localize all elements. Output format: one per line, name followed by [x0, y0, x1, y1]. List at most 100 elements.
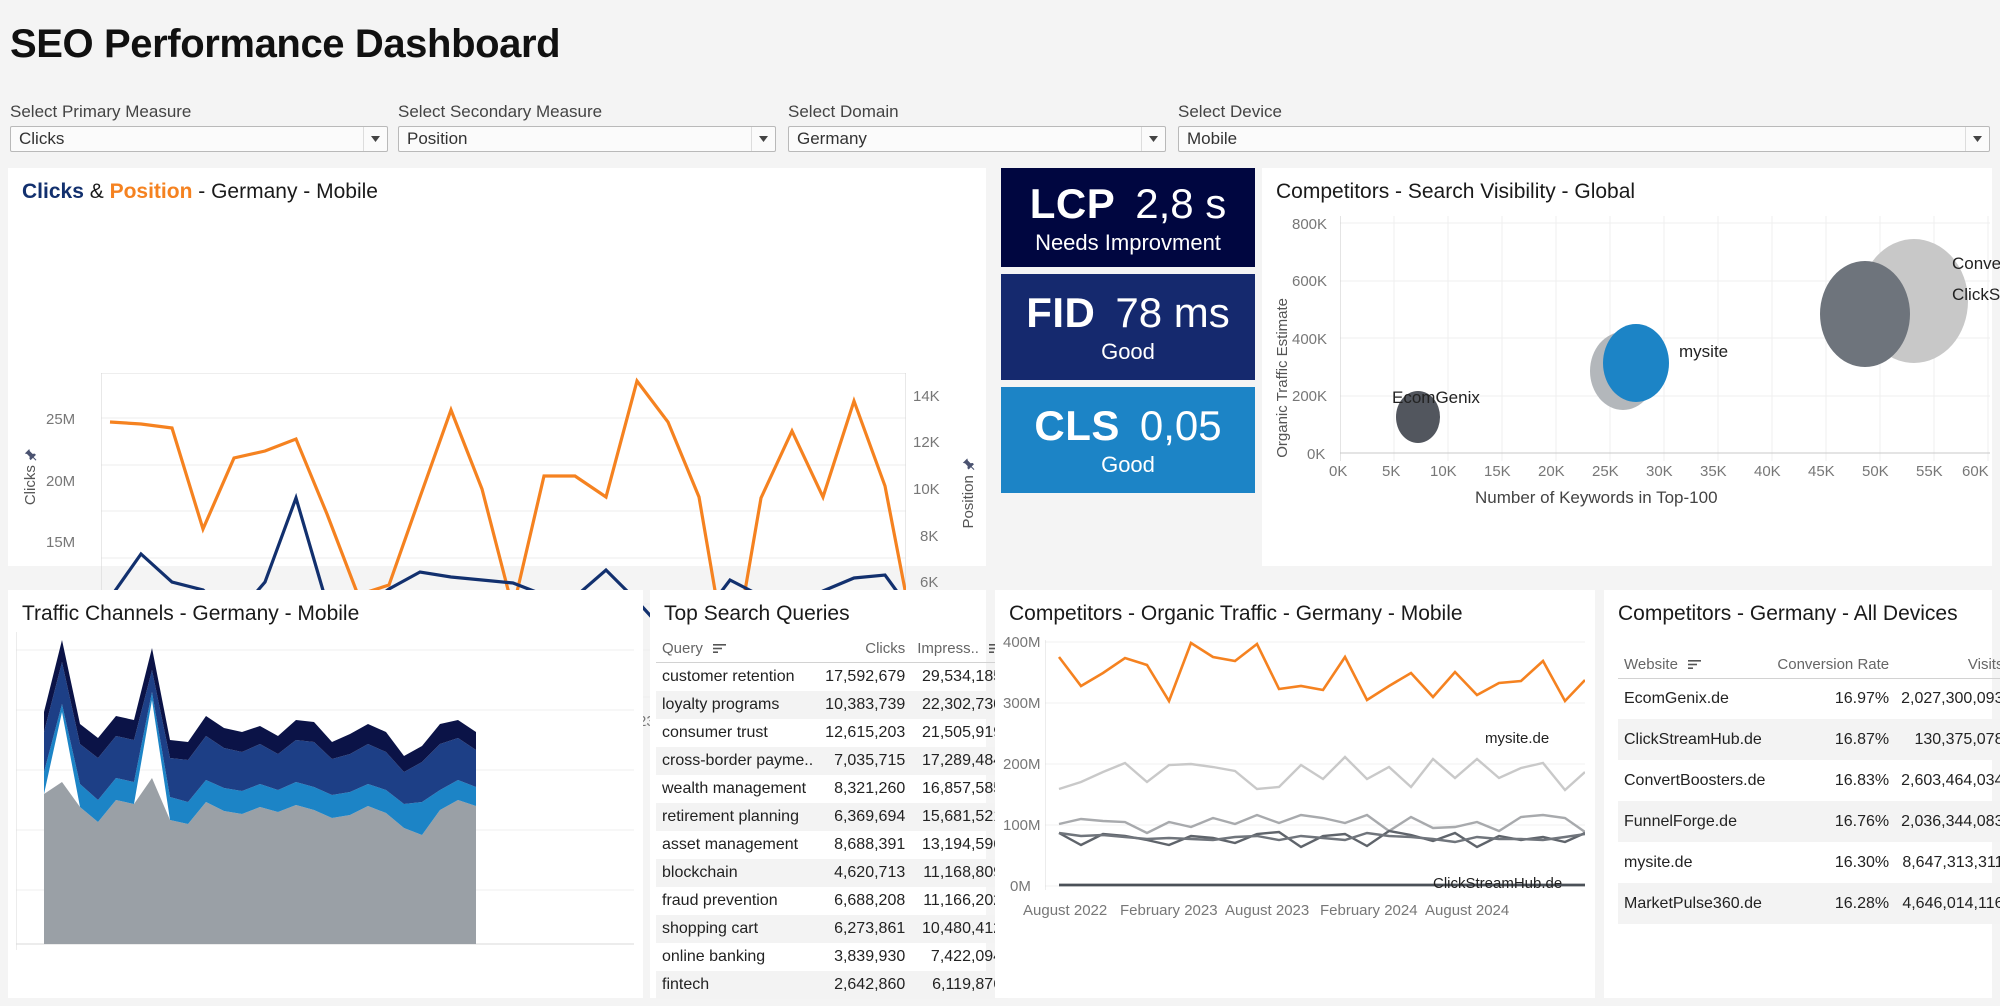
- x-tick: 55K: [1916, 463, 1943, 480]
- cell-clicks: 8,688,391: [834, 835, 906, 853]
- secondary-measure-select[interactable]: Position: [398, 126, 776, 152]
- col-impressions[interactable]: Impress..: [911, 636, 1009, 663]
- filter-device: Select Device Mobile: [1178, 102, 1990, 152]
- x-tick: August 2023: [1225, 902, 1310, 919]
- y2-tick: 10K: [913, 481, 940, 498]
- col-visits[interactable]: Visits: [1895, 652, 2000, 679]
- y-tick: 300M: [1003, 695, 1041, 712]
- cell-impressions: 29,534,185: [922, 667, 1003, 685]
- cell-conversion-rate: 16.30%: [1834, 853, 1890, 871]
- table-row[interactable]: online banking 3,839,930 7,422,094: [656, 943, 1008, 971]
- cell-clicks: 6,273,861: [819, 914, 912, 943]
- chevron-down-icon[interactable]: [1141, 127, 1165, 151]
- cell-visits: 2,027,300,093: [1901, 689, 2000, 707]
- filter-bar: Select Primary Measure Clicks Select Sec…: [0, 102, 2000, 162]
- cell-website: FunnelForge.de: [1618, 801, 1772, 843]
- table-row[interactable]: asset management 8,688,391 13,194,596: [656, 831, 1008, 859]
- bubble-x-axis-title: Number of Keywords in Top-100: [1475, 488, 1718, 507]
- col-clicks[interactable]: Clicks: [819, 636, 912, 663]
- table-row[interactable]: consumer trust 12,615,203 21,505,919: [656, 719, 1008, 747]
- bubble-label-clickstreamhub: ClickStreamHub: [1952, 285, 2000, 304]
- table-row[interactable]: customer retention 17,592,679 29,534,185: [656, 662, 1008, 691]
- clicks-position-chart-card: Clicks & Position - Germany - Mobile Cli…: [8, 168, 986, 736]
- cell-impressions: 11,168,809: [911, 858, 1009, 887]
- domain-select[interactable]: Germany: [788, 126, 1166, 152]
- y2-tick: 8K: [920, 528, 939, 545]
- x-tick: 25K: [1592, 463, 1619, 480]
- page-title: SEO Performance Dashboard: [10, 22, 561, 66]
- table-row[interactable]: ClickStreamHub.de 16.87% 130,375,078: [1618, 719, 2000, 761]
- left-axis-title: Clicks: [22, 448, 39, 505]
- search-visibility-card: Competitors - Search Visibility - Global…: [1262, 168, 2000, 566]
- cell-conversion-rate: 16.28%: [1771, 883, 1896, 925]
- cell-impressions: 15,681,521: [911, 802, 1009, 831]
- y-tick: 800K: [1292, 216, 1328, 233]
- filter-primary-measure: Select Primary Measure Clicks: [10, 102, 388, 152]
- chevron-down-icon[interactable]: [751, 127, 775, 151]
- x-tick: February 2023: [1120, 902, 1218, 919]
- table-row[interactable]: FunnelForge.de 16.76% 2,036,344,083: [1618, 801, 2000, 843]
- sort-icon[interactable]: [713, 641, 727, 658]
- col-query[interactable]: Query: [656, 636, 820, 663]
- cell-impressions: 10,480,412: [911, 914, 1009, 943]
- kpi-fid-name: FID: [1026, 289, 1096, 336]
- y-tick: 600K: [1292, 273, 1328, 290]
- y-tick: 0M: [1010, 878, 1031, 895]
- kpi-cls-name: CLS: [1034, 402, 1120, 449]
- cell-website: ConvertBoosters.de: [1624, 771, 1766, 789]
- device-select[interactable]: Mobile: [1178, 126, 1990, 152]
- cell-website: mysite.de: [1624, 853, 1693, 871]
- y2-tick: 12K: [913, 434, 940, 451]
- table-row[interactable]: wealth management 8,321,260 16,857,585: [656, 775, 1008, 803]
- cell-conversion-rate: 16.87%: [1771, 719, 1896, 761]
- col-website[interactable]: Website: [1618, 652, 1772, 679]
- chevron-down-icon[interactable]: [363, 127, 387, 151]
- y-tick: 400K: [1292, 331, 1328, 348]
- competitors-table-card: Competitors - Germany - All Devices Webs…: [1604, 590, 2000, 998]
- secondary-measure-title: Position: [109, 180, 193, 203]
- x-tick: 60K: [1962, 463, 1989, 480]
- table-row[interactable]: retirement planning 6,369,694 15,681,521: [656, 802, 1009, 831]
- y-tick: 0K: [1307, 446, 1326, 463]
- table-row[interactable]: fintech 2,642,860 6,119,876: [656, 970, 1009, 999]
- primary-measure-select[interactable]: Clicks: [10, 126, 388, 152]
- cell-conversion-rate: 16.83%: [1834, 771, 1890, 789]
- table-row[interactable]: cross-border payme.. 7,035,715 17,289,484: [656, 746, 1009, 775]
- y-tick: 25M: [46, 411, 76, 428]
- x-tick: 30K: [1646, 463, 1673, 480]
- table-row[interactable]: MarketPulse360.de 16.28% 4,646,014,116: [1618, 883, 2000, 925]
- right-axis-title: Position: [960, 458, 977, 529]
- table-row[interactable]: mysite.de 16.30% 8,647,313,311: [1618, 842, 2000, 883]
- x-tick: 15K: [1484, 463, 1511, 480]
- table-row[interactable]: loyalty programs 10,383,739 22,302,730: [656, 690, 1009, 719]
- competitors-organic-traffic-card: Competitors - Organic Traffic - Germany …: [995, 590, 1595, 998]
- table-row[interactable]: ConvertBoosters.de 16.83% 2,603,464,034: [1618, 760, 2000, 801]
- kpi-card-cls[interactable]: CLS 0,05 Good: [1001, 387, 1255, 493]
- competitors-organic-traffic-title: Competitors - Organic Traffic - Germany …: [1009, 602, 1463, 625]
- table-row[interactable]: EcomGenix.de 16.97% 2,027,300,093: [1618, 678, 2000, 719]
- cell-impressions: 6,119,876: [911, 970, 1009, 999]
- ampersand: &: [89, 180, 104, 203]
- col-conversion-rate[interactable]: Conversion Rate: [1771, 652, 1896, 679]
- kpi-card-fid[interactable]: FID 78 ms Good: [1001, 274, 1255, 380]
- cell-website: EcomGenix.de: [1624, 689, 1729, 707]
- primary-measure-value: Clicks: [19, 129, 65, 148]
- filter-secondary-measure: Select Secondary Measure Position: [398, 102, 776, 152]
- cell-clicks: 6,369,694: [819, 802, 912, 831]
- kpi-card-lcp[interactable]: LCP 2,8 s Needs Improvment: [1001, 168, 1255, 267]
- cell-impressions: 21,505,919: [922, 723, 1003, 741]
- table-row[interactable]: fraud prevention 6,688,208 11,166,202: [656, 887, 1008, 915]
- y-tick: 15M: [46, 534, 76, 551]
- cell-clicks: 3,839,930: [834, 947, 906, 965]
- cell-impressions: 17,289,484: [911, 746, 1009, 775]
- cell-visits: 8,647,313,311: [1902, 853, 2000, 871]
- table-row[interactable]: shopping cart 6,273,861 10,480,412: [656, 914, 1009, 943]
- bubble-label-ecomgenix: EcomGenix: [1392, 388, 1480, 407]
- competitors-organic-traffic-plot: [1045, 640, 1585, 890]
- chevron-down-icon[interactable]: [1965, 127, 1989, 151]
- sort-icon[interactable]: [1688, 657, 1702, 674]
- cell-conversion-rate: 16.76%: [1771, 801, 1896, 843]
- x-tick: August 2022: [1023, 902, 1108, 919]
- table-row[interactable]: blockchain 4,620,713 11,168,809: [656, 858, 1009, 887]
- cell-website: MarketPulse360.de: [1618, 883, 1772, 925]
